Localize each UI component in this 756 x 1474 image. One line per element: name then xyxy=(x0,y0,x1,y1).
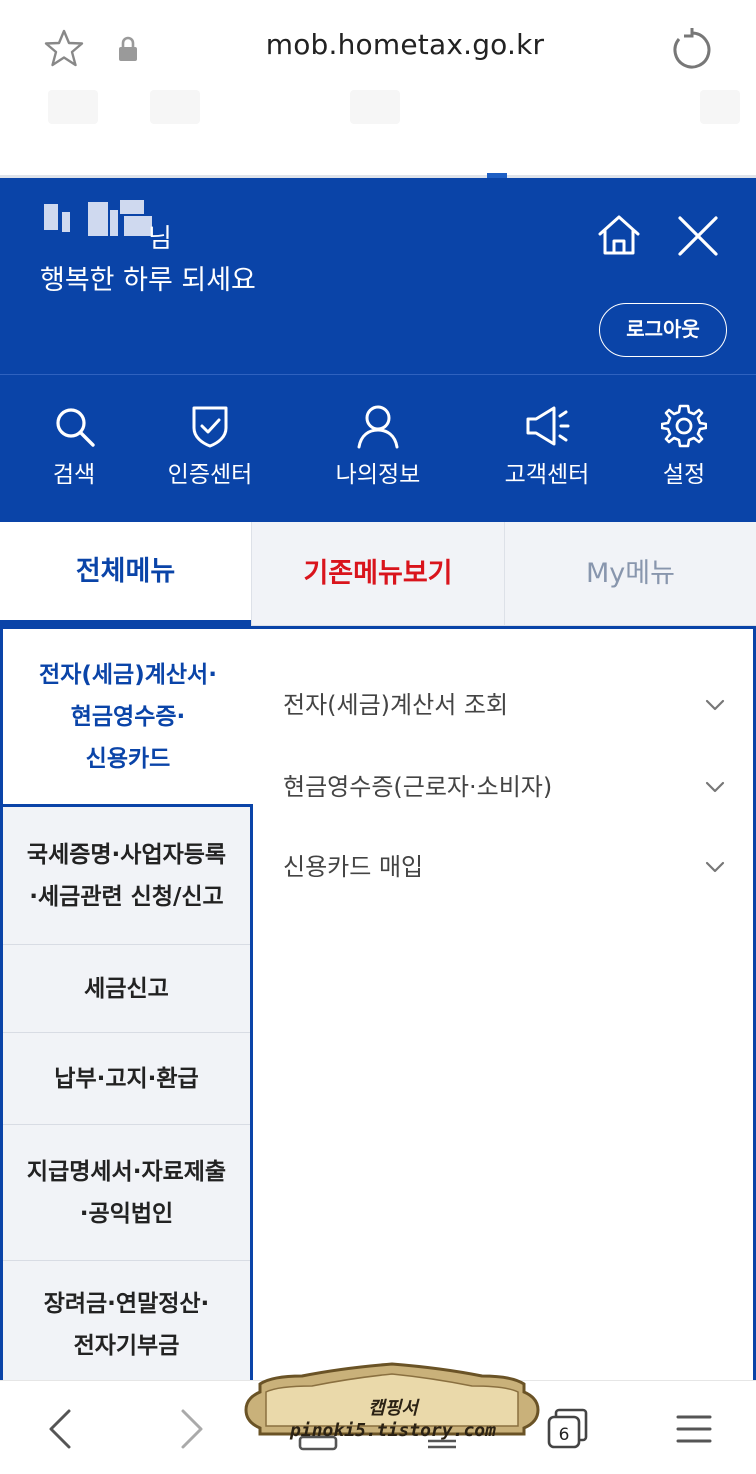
submenu-item[interactable]: 전자(세금)계산서 조회 xyxy=(283,675,743,735)
user-icon xyxy=(357,405,399,449)
home-icon[interactable] xyxy=(596,212,642,258)
menu-body: 전자(세금)계산서· 현금영수증· 신용카드 국세증명·사업자등록 ·세금관련 … xyxy=(0,626,756,1386)
category-label: 전자기부금 xyxy=(73,1333,180,1359)
category-item-payment[interactable]: 납부·고지·환급 xyxy=(3,1033,250,1125)
category-label: ·세금관련 신청/신고 xyxy=(29,883,224,910)
category-label: 현금영수증· xyxy=(70,703,186,730)
user-name-redacted xyxy=(44,200,152,238)
category-label: 국세증명·사업자등록 xyxy=(26,841,227,868)
search-icon xyxy=(56,408,95,447)
quick-item-label: 인증센터 xyxy=(167,462,253,488)
menu-tabs: 전체메뉴 기존메뉴보기 My메뉴 xyxy=(0,522,756,626)
chevron-down-icon xyxy=(705,861,725,873)
shield-check-icon xyxy=(192,406,228,448)
quick-item-label: 고객센터 xyxy=(504,462,590,488)
tab-my-menu[interactable]: My메뉴 xyxy=(504,522,756,626)
user-name-suffix: 님 xyxy=(148,224,172,254)
category-item-tax-filing[interactable]: 세금신고 xyxy=(3,945,250,1033)
watermark-text: 캡핑서 pinoki5.tistory.com xyxy=(290,1398,496,1441)
quick-item-label: 설정 xyxy=(662,462,706,488)
tab-legacy-menu[interactable]: 기존메뉴보기 xyxy=(251,522,504,626)
faded-toolbar-item xyxy=(700,90,740,124)
submenu-item[interactable]: 현금영수증(근로자·소비자) xyxy=(283,757,743,817)
quick-item-label: 검색 xyxy=(52,462,96,488)
gear-icon xyxy=(661,404,707,448)
submenu-list: 전자(세금)계산서 조회 현금영수증(근로자·소비자) 신용카드 매입 xyxy=(253,629,753,1386)
close-icon[interactable] xyxy=(676,214,720,258)
megaphone-icon xyxy=(526,406,570,446)
category-label: 전자(세금)계산서· xyxy=(39,661,217,688)
submenu-label: 신용카드 매입 xyxy=(283,853,424,881)
category-item-incentive[interactable]: 장려금·연말정산· 전자기부금 xyxy=(3,1261,250,1389)
tab-all-menu[interactable]: 전체메뉴 xyxy=(0,522,251,626)
bookmark-star-icon[interactable] xyxy=(44,28,84,68)
tabs-icon[interactable]: 6 xyxy=(546,1407,590,1451)
quick-item-settings[interactable]: 설정 xyxy=(634,375,734,523)
quick-item-label: 나의정보 xyxy=(335,462,421,488)
menu-header: 님 행복한 하루 되세요 로그아웃 xyxy=(0,178,756,374)
tab-count-text: 6 xyxy=(559,1425,570,1445)
greeting-text: 행복한 하루 되세요 xyxy=(40,265,256,296)
faded-toolbar-item xyxy=(48,90,98,124)
category-label: 지급명세서·자료제출 xyxy=(26,1158,227,1185)
submenu-item[interactable]: 신용카드 매입 xyxy=(283,837,743,897)
category-item-e-invoice[interactable]: 전자(세금)계산서· 현금영수증· 신용카드 xyxy=(3,629,253,807)
forward-icon[interactable] xyxy=(168,1407,212,1451)
quick-item-customer-center[interactable]: 고객센터 xyxy=(488,375,606,523)
category-item-tax-certificate[interactable]: 국세증명·사업자등록 ·세금관련 신청/신고 xyxy=(3,807,250,945)
logout-button[interactable]: 로그아웃 xyxy=(599,303,727,357)
faded-toolbar-item xyxy=(350,90,400,124)
reload-icon[interactable] xyxy=(668,26,716,74)
submenu-label: 전자(세금)계산서 조회 xyxy=(283,691,509,719)
chevron-down-icon xyxy=(705,699,725,711)
category-item-statement[interactable]: 지급명세서·자료제출 ·공익법인 xyxy=(3,1125,250,1261)
submenu-label: 현금영수증(근로자·소비자) xyxy=(283,773,553,801)
chevron-down-icon xyxy=(705,781,725,793)
quick-item-search[interactable]: 검색 xyxy=(22,375,126,523)
faded-toolbar-item xyxy=(150,90,200,124)
browser-url-bar: mob.hometax.go.kr xyxy=(0,0,756,100)
back-icon[interactable] xyxy=(40,1407,84,1451)
category-label: 납부·고지·환급 xyxy=(54,1065,199,1092)
category-label: 세금신고 xyxy=(84,975,169,1002)
page-top-area xyxy=(0,124,756,176)
category-label: 신용카드 xyxy=(85,745,171,772)
app-root: mob.hometax.go.kr 님 행복한 하루 되세요 로그아웃 검색 인… xyxy=(0,0,756,1474)
menu-hamburger-icon[interactable] xyxy=(672,1407,716,1451)
quick-item-my-info[interactable]: 나의정보 xyxy=(320,375,436,523)
lock-icon xyxy=(119,36,137,61)
quick-menu: 검색 인증센터 나의정보 고객센터 설정 xyxy=(0,374,756,522)
quick-item-auth-center[interactable]: 인증센터 xyxy=(152,375,268,523)
category-label: ·공익법인 xyxy=(79,1200,174,1227)
category-list: 전자(세금)계산서· 현금영수증· 신용카드 국세증명·사업자등록 ·세금관련 … xyxy=(3,629,253,1386)
category-label: 장려금·연말정산· xyxy=(43,1291,210,1317)
address-url[interactable]: mob.hometax.go.kr xyxy=(180,28,630,61)
